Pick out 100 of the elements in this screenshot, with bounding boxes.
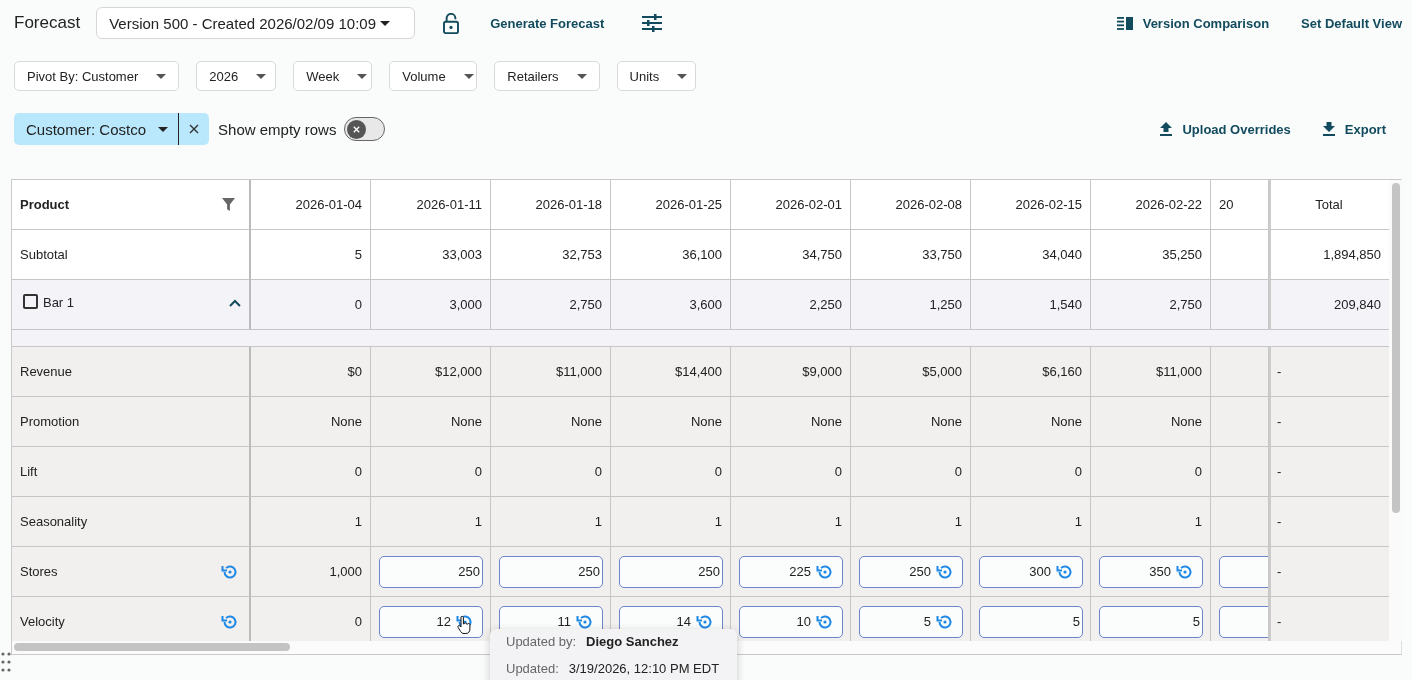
table-cell: - (1277, 414, 1282, 429)
row-checkbox[interactable] (23, 294, 38, 309)
table-cell: None (1050, 414, 1082, 429)
table-cell: - (1277, 464, 1282, 479)
table-cell: None (570, 414, 602, 429)
table-cell: 1 (834, 514, 842, 529)
table-cell: None (450, 414, 482, 429)
toggle-label: Show empty rows (218, 120, 337, 138)
table-cell: - (1277, 614, 1282, 629)
table-cell: 209,840 (1334, 297, 1381, 312)
toggle-knob[interactable] (347, 119, 367, 139)
settings-sliders-icon[interactable] (642, 14, 663, 32)
filter-dropdown[interactable]: Pivot By: Customer (14, 61, 180, 91)
table-cell: 0 (834, 464, 842, 479)
close-icon (352, 124, 362, 134)
input-field[interactable]: 5 (859, 605, 963, 638)
filter-dropdown[interactable]: Units (616, 61, 696, 91)
table-cell: 32,753 (562, 247, 602, 262)
table-cell: - (1277, 564, 1282, 579)
table-cell: None (930, 414, 962, 429)
vertical-scrollbar[interactable] (1392, 183, 1400, 513)
input-field[interactable]: 10 (739, 605, 843, 638)
table-cell: 35,250 (1162, 247, 1202, 262)
drag-handle-icon[interactable] (1, 651, 11, 673)
chevron-icon[interactable] (229, 299, 241, 307)
table-cell: $6,160 (1042, 364, 1082, 379)
filter-dropdown[interactable]: 2026 (196, 61, 277, 91)
input-field[interactable]: 350 (1099, 555, 1203, 588)
input-field[interactable]: 12 (379, 605, 483, 638)
table-cell: None (690, 414, 722, 429)
caret-icon (156, 73, 167, 79)
caret-icon (357, 73, 368, 79)
toggle-switch[interactable] (344, 117, 386, 141)
input-field[interactable]: 5 (1099, 605, 1203, 638)
table-cell: 36,100 (682, 247, 722, 262)
upload-overrides-link[interactable]: Upload Overrides (1160, 121, 1291, 137)
table-cell: - (1277, 364, 1282, 379)
filter-dropdown[interactable]: Retailers (494, 61, 600, 91)
filter-icon[interactable] (222, 198, 235, 211)
caret-icon (677, 73, 688, 79)
row-label: Revenue (20, 364, 73, 379)
filter-dropdown[interactable]: Week (293, 61, 373, 91)
table-cell: $5,000 (922, 364, 962, 379)
table-cell: $12,000 (435, 364, 482, 379)
caret-icon (256, 73, 267, 79)
filter-dropdown[interactable]: Volume (389, 61, 478, 91)
table-cell: 2,750 (1169, 297, 1202, 312)
input-field[interactable]: 250 (619, 555, 723, 588)
table-cell: 2,750 (569, 297, 602, 312)
table-cell: 0 (354, 464, 362, 479)
version-comparison-link[interactable]: Version Comparison (1116, 15, 1270, 31)
input-field[interactable]: 250 (379, 555, 483, 588)
set-default-view-link[interactable]: Set Default View (1301, 15, 1402, 31)
row-label: Lift (20, 464, 38, 479)
version-dropdown[interactable]: Version 500 - Created 2026/02/09 10:09 (96, 7, 416, 39)
table-cell: 1 (714, 514, 722, 529)
export-link[interactable]: Export (1322, 121, 1386, 137)
table-cell: - (1277, 514, 1282, 529)
table-cell: 0 (714, 464, 722, 479)
page-title: Forecast (14, 13, 81, 33)
table-cell: 0 (954, 464, 962, 479)
table-cell: $14,400 (675, 364, 722, 379)
table-cell: None (810, 414, 842, 429)
row-label: Subtotal (20, 247, 68, 262)
horizontal-scrollbar[interactable] (14, 643, 290, 651)
table-cell: 2,250 (809, 297, 842, 312)
caret-icon (463, 73, 474, 79)
table-cell: 3,600 (689, 297, 722, 312)
table-cell: $11,000 (1155, 364, 1202, 379)
upload-icon (1160, 122, 1173, 136)
input-field[interactable]: 250 (499, 555, 603, 588)
caret-icon (576, 73, 587, 79)
table-cell: 1 (354, 514, 362, 529)
table-cell: 0 (594, 464, 602, 479)
table-cell: 1 (594, 514, 602, 529)
input-field[interactable]: 250 (859, 555, 963, 588)
table-cell: 34,750 (802, 247, 842, 262)
chip-label: Customer: Costco (26, 120, 147, 138)
table-cell: 1 (954, 514, 962, 529)
close-icon[interactable] (189, 124, 200, 134)
table-cell: None (330, 414, 362, 429)
generate-forecast-link[interactable]: Generate Forecast (490, 15, 605, 31)
table-cell: 0 (354, 614, 362, 629)
lock-icon[interactable] (442, 12, 461, 34)
caret-icon[interactable] (158, 126, 169, 132)
row-label: Stores (20, 564, 58, 579)
input-field[interactable]: 5 (979, 605, 1083, 638)
table-cell: 1 (1074, 514, 1082, 529)
table-cell: 34,040 (1042, 247, 1082, 262)
table-cell: 1 (1194, 514, 1202, 529)
input-field[interactable]: 300 (979, 555, 1083, 588)
table-cell: 0 (354, 297, 362, 312)
compare-columns-icon (1116, 16, 1133, 30)
input-field[interactable]: 225 (739, 555, 843, 588)
caret-icon (380, 20, 390, 26)
table-cell: 33,003 (442, 247, 482, 262)
customer-filter-chip[interactable]: Customer: Costco (14, 113, 210, 145)
table-cell: 0 (474, 464, 482, 479)
table-cell: 33,750 (922, 247, 962, 262)
table-cell: $9,000 (802, 364, 842, 379)
